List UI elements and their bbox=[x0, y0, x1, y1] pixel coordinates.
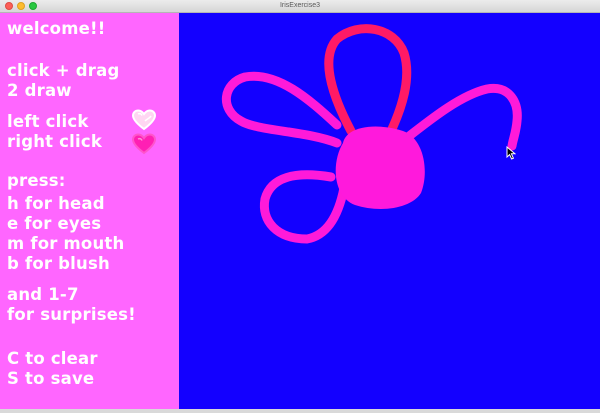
instruction-clear: C to clear bbox=[7, 349, 98, 368]
instruction-mouth: m for mouth bbox=[7, 234, 125, 253]
top-petal bbox=[324, 24, 412, 136]
instruction-surprises-keys: and 1-7 bbox=[7, 285, 79, 304]
white-heart-icon bbox=[131, 109, 157, 131]
title-bar[interactable]: IrisExercise3 bbox=[0, 0, 600, 13]
bottom-left-petal bbox=[259, 170, 349, 244]
mouse-cursor-icon bbox=[506, 146, 516, 160]
pink-heart-icon bbox=[131, 133, 157, 155]
welcome-text: welcome!! bbox=[7, 19, 106, 38]
flower-center bbox=[335, 126, 425, 209]
app-window: IrisExercise3 welcome!! click + drag 2 d… bbox=[0, 0, 600, 409]
instruction-surprises: for surprises! bbox=[7, 305, 136, 324]
flower-drawing bbox=[221, 24, 522, 244]
instruction-draw: 2 draw bbox=[7, 81, 72, 100]
right-petal bbox=[403, 83, 522, 151]
instructions-panel: welcome!! click + drag 2 draw left click… bbox=[0, 13, 179, 409]
drawing-canvas[interactable] bbox=[179, 13, 600, 409]
instruction-press: press: bbox=[7, 171, 66, 190]
instruction-click-drag: click + drag bbox=[7, 61, 120, 80]
instruction-left-click: left click bbox=[7, 112, 89, 131]
instruction-right-click: right click bbox=[7, 132, 103, 151]
instruction-eyes: e for eyes bbox=[7, 214, 102, 233]
left-petal bbox=[221, 71, 342, 148]
window-title: IrisExercise3 bbox=[279, 2, 321, 9]
instruction-blush: b for blush bbox=[7, 254, 110, 273]
instruction-head: h for head bbox=[7, 194, 105, 213]
instruction-save: S to save bbox=[7, 369, 95, 388]
